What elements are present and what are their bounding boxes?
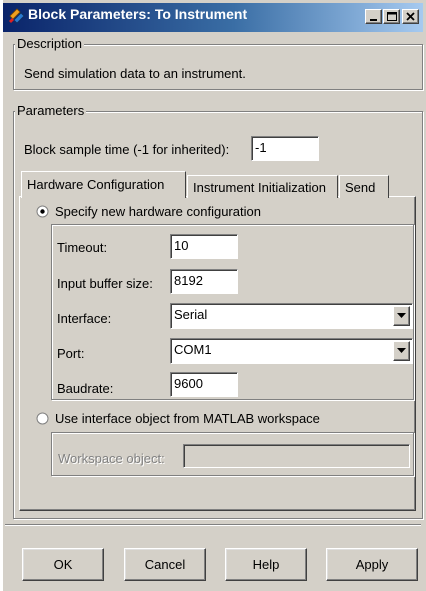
use-interface-radio[interactable] — [36, 412, 49, 425]
baudrate-input[interactable]: 9600 — [170, 372, 238, 397]
input-buffer-input[interactable]: 8192 — [170, 269, 238, 294]
description-text: Send simulation data to an instrument. — [24, 66, 246, 81]
close-icon — [406, 12, 415, 21]
timeout-input[interactable]: 10 — [170, 234, 238, 259]
minimize-button[interactable] — [365, 9, 382, 24]
specify-new-label: Specify new hardware configuration — [55, 204, 261, 219]
port-dropdown-button[interactable] — [393, 341, 410, 361]
port-label: Port: — [57, 346, 85, 361]
parameters-legend: Parameters — [15, 103, 87, 118]
workspace-object-label: Workspace object: — [58, 451, 165, 466]
close-button[interactable] — [402, 9, 419, 24]
sample-time-input[interactable]: -1 — [251, 136, 319, 161]
chevron-down-icon — [397, 313, 406, 318]
timeout-label: Timeout: — [57, 240, 108, 255]
use-interface-label: Use interface object from MATLAB workspa… — [55, 411, 320, 426]
description-legend: Description — [15, 36, 85, 51]
sample-time-label: Block sample time (-1 for inherited): — [24, 142, 230, 157]
apply-button[interactable]: Apply — [326, 548, 418, 581]
help-button[interactable]: Help — [225, 548, 307, 581]
simulink-block-icon — [8, 6, 26, 24]
ok-button[interactable]: OK — [22, 548, 104, 581]
minimize-icon — [370, 19, 377, 21]
tab-hardware-configuration[interactable]: Hardware Configuration — [21, 171, 186, 198]
cancel-button[interactable]: Cancel — [124, 548, 206, 581]
tab-send[interactable]: Send — [339, 175, 389, 198]
workspace-object-input — [183, 444, 410, 468]
interface-dropdown[interactable]: Serial — [170, 303, 413, 329]
maximize-icon — [387, 12, 397, 21]
input-buffer-label: Input buffer size: — [57, 276, 153, 291]
window-title: Block Parameters: To Instrument — [28, 6, 248, 22]
tab-instrument-initialization[interactable]: Instrument Initialization — [187, 175, 338, 198]
chevron-down-icon — [397, 348, 406, 353]
interface-label: Interface: — [57, 311, 112, 326]
interface-value: Serial — [174, 307, 208, 322]
specify-new-radio[interactable] — [36, 205, 49, 218]
baudrate-label: Baudrate: — [57, 381, 114, 396]
port-value: COM1 — [174, 342, 212, 357]
maximize-button[interactable] — [383, 9, 400, 24]
button-separator — [5, 524, 421, 526]
port-dropdown[interactable]: COM1 — [170, 338, 413, 364]
interface-dropdown-button[interactable] — [393, 306, 410, 326]
